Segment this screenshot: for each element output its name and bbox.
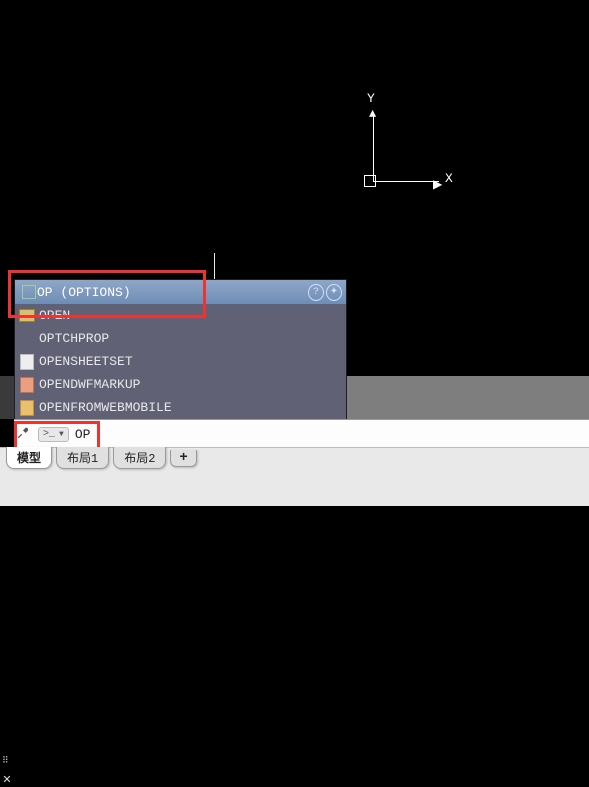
plus-icon: + bbox=[179, 450, 187, 466]
close-icon[interactable]: ✕ bbox=[1, 773, 13, 787]
ucs-indicator: ▲ ▶ X Y bbox=[373, 113, 453, 193]
command-input[interactable] bbox=[73, 426, 589, 443]
tab-add-layout[interactable]: + bbox=[170, 450, 196, 467]
tab-label: 布局1 bbox=[67, 452, 98, 466]
ucs-x-arrow: ▶ bbox=[433, 177, 442, 192]
ucs-y-arrow: ▲ bbox=[369, 107, 376, 121]
autocomplete-item-optchprop[interactable]: OPTCHPROP bbox=[15, 327, 346, 350]
autocomplete-label: OPENDWFMARKUP bbox=[39, 377, 140, 392]
ucs-x-label: X bbox=[445, 171, 453, 186]
palette-left-bar: ⠿ ✕ bbox=[0, 376, 14, 419]
tab-model[interactable]: 模型 bbox=[6, 447, 52, 469]
autocomplete-item-opendwfmarkup[interactable]: OPENDWFMARKUP bbox=[15, 373, 346, 396]
autocomplete-label: OPTCHPROP bbox=[39, 331, 109, 346]
autocomplete-label: OPENFROMWEBMOBILE bbox=[39, 400, 172, 415]
tab-label: 布局2 bbox=[124, 452, 155, 466]
tab-layout1[interactable]: 布局1 bbox=[56, 447, 109, 469]
layout-tab-bar: 模型 布局1 布局2 + bbox=[0, 447, 201, 469]
ucs-y-axis bbox=[373, 113, 374, 181]
tab-label: 模型 bbox=[17, 452, 41, 466]
autocomplete-item-opensheetset[interactable]: OPENSHEETSET bbox=[15, 350, 346, 373]
globe-icon[interactable]: ✦ bbox=[326, 284, 342, 300]
ucs-y-label: Y bbox=[367, 91, 375, 106]
ucs-origin-icon bbox=[364, 175, 376, 187]
web-mobile-icon bbox=[19, 400, 35, 416]
sheet-set-icon bbox=[19, 354, 35, 370]
help-icon[interactable]: ? bbox=[308, 284, 324, 300]
highlight-box-1 bbox=[8, 270, 206, 318]
grip-dots-icon[interactable]: ⠿ bbox=[2, 756, 7, 766]
ucs-x-axis bbox=[373, 181, 439, 182]
autocomplete-item-openfromwebmobile[interactable]: OPENFROMWEBMOBILE bbox=[15, 396, 346, 419]
dwf-markup-icon bbox=[19, 377, 35, 393]
autocomplete-label: OPENSHEETSET bbox=[39, 354, 133, 369]
tab-layout2[interactable]: 布局2 bbox=[113, 447, 166, 469]
command-line[interactable]: >_ ▼ bbox=[14, 419, 589, 448]
blank-icon bbox=[19, 331, 35, 347]
